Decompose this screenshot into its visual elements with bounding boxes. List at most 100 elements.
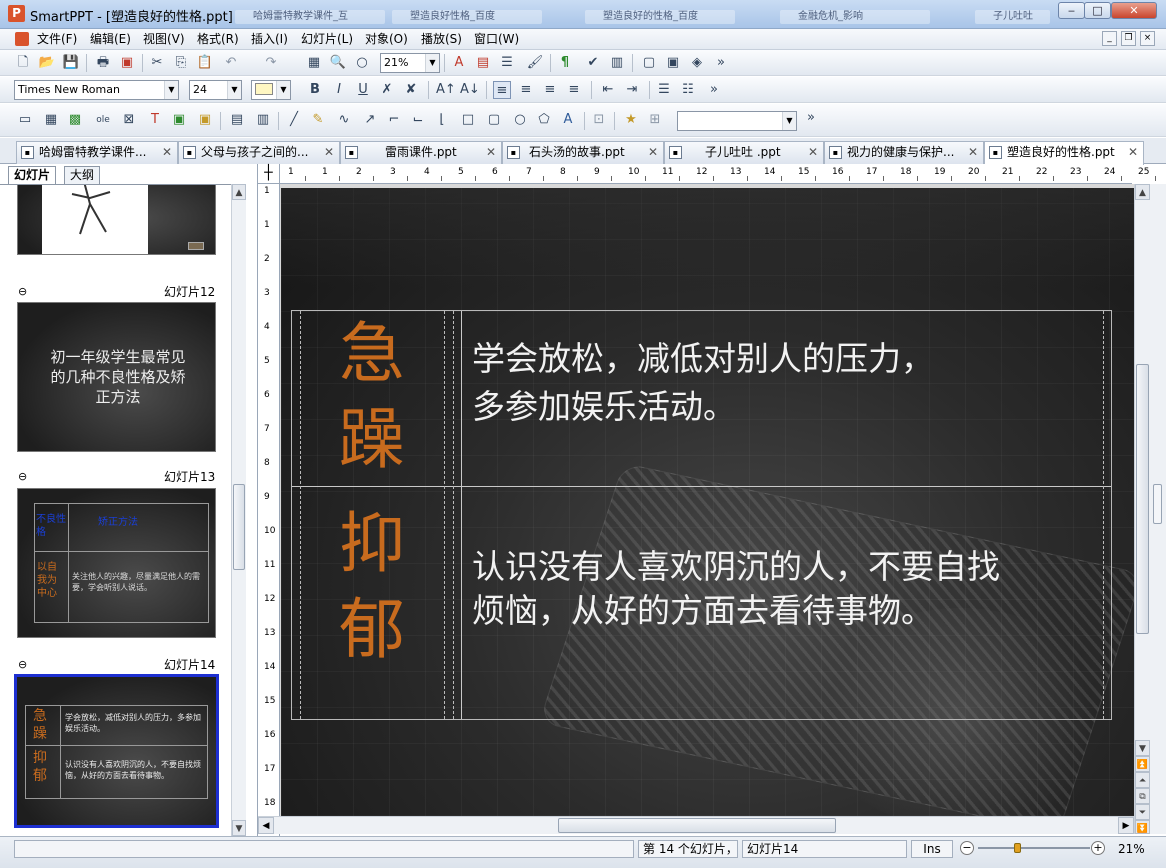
close-icon[interactable]: ✕: [1128, 142, 1138, 163]
scroll-left-icon[interactable]: ◀: [258, 817, 274, 834]
elbow-connector-icon[interactable]: ⌙: [409, 111, 427, 129]
close-icon[interactable]: ✕: [808, 142, 818, 163]
menu-insert[interactable]: 插入(I): [251, 31, 288, 48]
zoom-out-icon[interactable]: −: [960, 841, 974, 855]
decrease-font-icon[interactable]: A↓: [460, 81, 480, 99]
wordart-icon[interactable]: T: [146, 111, 164, 129]
frame-icon[interactable]: ⊠: [120, 111, 138, 129]
underline-button[interactable]: U: [354, 81, 372, 99]
cut-icon[interactable]: ✂: [148, 54, 166, 72]
increase-font-icon[interactable]: A↑: [436, 81, 456, 99]
slide-thumbnail-14-selected[interactable]: 急躁 学会放松，减低对别人的压力，多参加娱乐活动。 抑郁 认识没有人喜欢阴沉的人…: [14, 674, 219, 828]
rectangle-icon[interactable]: □: [459, 111, 477, 129]
text-color-icon[interactable]: A: [450, 54, 468, 72]
chart-frame-icon[interactable]: ▣: [196, 111, 214, 129]
pdf-icon[interactable]: ▣: [118, 54, 136, 72]
clear-format-icon[interactable]: ✘: [402, 81, 420, 99]
minimize-button[interactable]: ‒: [1058, 2, 1085, 19]
close-icon[interactable]: ✕: [162, 142, 172, 163]
next-slide-icon[interactable]: ⏷: [1135, 804, 1150, 820]
zoom-slider[interactable]: [978, 843, 1090, 853]
menu-format[interactable]: 格式(R): [197, 31, 239, 48]
zoom-icon[interactable]: 🔍: [329, 54, 347, 72]
justify-icon[interactable]: ≡: [565, 81, 583, 99]
first-slide-icon[interactable]: ⏫: [1135, 756, 1150, 772]
close-icon[interactable]: ✕: [324, 142, 334, 163]
table-icon[interactable]: ▦: [305, 54, 323, 72]
arrow-icon[interactable]: ↗: [361, 111, 379, 129]
zoom-slider-thumb[interactable]: [1014, 843, 1022, 853]
decrease-indent-icon[interactable]: ⇤: [599, 81, 617, 99]
pen-icon[interactable]: ✎: [309, 111, 327, 129]
shapes-icon[interactable]: ⬠: [535, 111, 553, 129]
close-icon[interactable]: ✕: [486, 142, 496, 163]
tab-outline[interactable]: 大纲: [64, 166, 101, 184]
copy-icon[interactable]: ⎘: [172, 54, 190, 72]
textbox-icon[interactable]: ▭: [16, 111, 34, 129]
panel-scrollbar[interactable]: ▲ ▼: [231, 184, 246, 836]
menu-window[interactable]: 窗口(W): [474, 31, 519, 48]
slide-editor[interactable]: 急 躁 学会放松，减低对别人的压力， 多参加娱乐活动。 抑 郁 认识没有人喜欢阴…: [281, 188, 1134, 816]
split-handle[interactable]: [1153, 484, 1162, 524]
new-icon[interactable]: 🗋: [14, 54, 32, 72]
doc-tab[interactable]: ▪ 视力的健康与保护... ✕: [824, 141, 984, 164]
format-painter-icon[interactable]: 🖌: [526, 54, 544, 72]
close-button[interactable]: ✕: [1111, 2, 1157, 19]
layers-icon[interactable]: ◈: [688, 54, 706, 72]
bullet-list-icon[interactable]: ☷: [679, 81, 697, 99]
mdi-minimize-button[interactable]: _: [1102, 31, 1117, 46]
menu-file[interactable]: 文件(F): [37, 31, 77, 48]
style-select[interactable]: ▼: [677, 111, 797, 131]
strikethrough-icon[interactable]: ✗: [378, 81, 396, 99]
list-icon[interactable]: ☰: [498, 54, 516, 72]
last-slide-icon[interactable]: ⏬: [1135, 820, 1150, 834]
ruler-corner-icon[interactable]: ┼: [258, 164, 280, 184]
spellcheck-icon[interactable]: ✔: [584, 54, 602, 72]
scroll-up-icon[interactable]: ▲: [1135, 184, 1150, 200]
slide-thumbnail-12[interactable]: 初一年级学生最常见的几种不良性格及矫正方法: [17, 302, 216, 452]
menu-object[interactable]: 对象(O): [365, 31, 408, 48]
mdi-close-button[interactable]: ×: [1140, 31, 1155, 46]
menu-slide[interactable]: 幻灯片(L): [301, 31, 353, 48]
mdi-restore-button[interactable]: ❐: [1121, 31, 1136, 46]
curved-connector-icon[interactable]: ⌊: [433, 111, 451, 129]
curve-icon[interactable]: ∿: [335, 111, 353, 129]
connector-icon[interactable]: ⌐: [385, 111, 403, 129]
ole-object-icon[interactable]: ole: [94, 111, 112, 129]
save-icon[interactable]: 💾: [62, 54, 80, 72]
align-right-icon[interactable]: ≡: [541, 81, 559, 99]
zoom-in-icon[interactable]: +: [1091, 841, 1105, 855]
slide-thumbnail-13[interactable]: 不良性格 矫正方法 以自我为中心 关注他人的兴趣，尽量满足他人的需要，学会听别人…: [17, 488, 216, 638]
font-size-select[interactable]: 24 ▼: [189, 80, 242, 100]
editor-horizontal-scrollbar[interactable]: ◀ ▶: [258, 816, 1134, 834]
group-icon[interactable]: ⊡: [590, 111, 608, 129]
vertical-textbox-icon[interactable]: ▦: [42, 111, 60, 129]
zoom-select[interactable]: 21% ▼: [380, 53, 440, 73]
font-name-select[interactable]: Times New Roman ▼: [14, 80, 179, 100]
redo-icon[interactable]: ↷: [262, 54, 280, 72]
panel-scroll-thumb[interactable]: [233, 484, 245, 570]
fill-color-select[interactable]: ▼: [251, 80, 291, 100]
text-effect-icon[interactable]: A: [559, 111, 577, 129]
doc-tab[interactable]: ▪ 雷雨课件.ppt ✕: [340, 141, 502, 164]
numbered-list-icon[interactable]: ☰: [655, 81, 673, 99]
maximize-button[interactable]: □: [1084, 2, 1111, 19]
find-icon[interactable]: ○: [353, 54, 371, 72]
open-icon[interactable]: 📂: [38, 54, 56, 72]
insert-chart-icon[interactable]: ▤: [474, 54, 492, 72]
media-icon[interactable]: ▤: [228, 111, 246, 129]
scroll-down-icon[interactable]: ▼: [232, 820, 246, 836]
close-icon[interactable]: ✕: [648, 142, 658, 163]
picture-icon[interactable]: ▩: [66, 111, 84, 129]
doc-tab[interactable]: ▪ 父母与孩子之间的... ✕: [178, 141, 340, 164]
print-icon[interactable]: 🖶: [94, 54, 112, 72]
horizontal-scroll-thumb[interactable]: [558, 818, 836, 833]
print-preview-icon[interactable]: ▣: [664, 54, 682, 72]
bold-button[interactable]: B: [306, 81, 324, 99]
doc-tab[interactable]: ▪ 石头汤的故事.ppt ✕: [502, 141, 664, 164]
toolbar-overflow-icon[interactable]: »: [705, 81, 723, 99]
doc-tab[interactable]: ▪ 子儿吐吐 .ppt ✕: [664, 141, 824, 164]
scroll-right-icon[interactable]: ▶: [1118, 817, 1134, 834]
slide-thumbnail-11[interactable]: [17, 185, 216, 255]
flash-icon[interactable]: ▥: [254, 111, 272, 129]
